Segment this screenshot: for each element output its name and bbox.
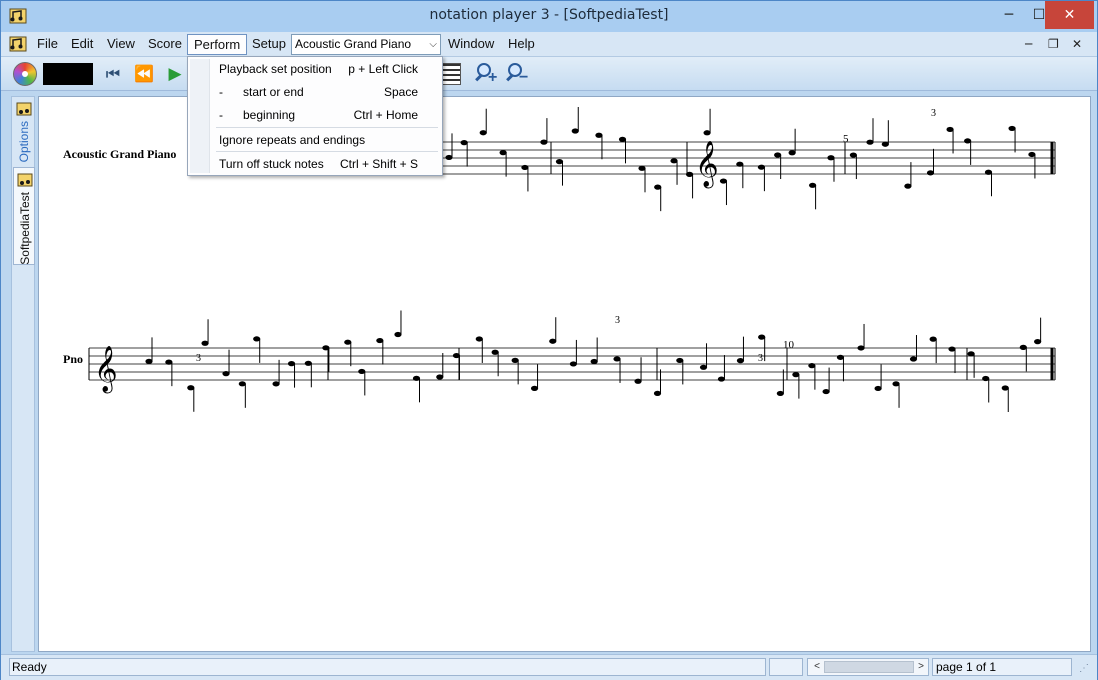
mdi-close-button[interactable]: ✕ bbox=[1072, 37, 1082, 51]
treble-clef-icon: 𝄞 bbox=[695, 141, 719, 189]
menu-item-label: beginning bbox=[243, 108, 296, 122]
zoom-out-button[interactable]: − bbox=[506, 61, 532, 87]
zoom-in-sign: + bbox=[488, 69, 498, 86]
menu-separator bbox=[216, 127, 438, 128]
instrument-select-value: Acoustic Grand Piano bbox=[295, 37, 412, 51]
menu-view[interactable]: View bbox=[101, 34, 141, 55]
menu-help[interactable]: Help bbox=[502, 34, 541, 55]
menu-item-shortcut: p + Left Click bbox=[348, 62, 418, 76]
menu-item-shortcut: Space bbox=[383, 85, 418, 99]
instrument-select[interactable]: Acoustic Grand Piano ⌵ bbox=[291, 34, 441, 55]
skip-to-start-button[interactable]: ⏮ bbox=[101, 62, 125, 86]
measure-number-10: 10 bbox=[783, 339, 795, 351]
tab-document[interactable]: SoftpediaTest bbox=[13, 167, 35, 265]
menu-item-label: Turn off stuck notes bbox=[219, 157, 324, 171]
tab-document-label: SoftpediaTest bbox=[18, 192, 32, 265]
zoom-in-button[interactable]: + bbox=[475, 61, 501, 87]
mdi-restore-button[interactable]: ❐ bbox=[1048, 37, 1059, 51]
music-staff-graphic: 5 10 3 3 3 3 𝄞 𝄞 bbox=[88, 107, 1056, 413]
menu-item-prefix: - bbox=[219, 85, 223, 99]
score-canvas[interactable]: Acoustic Grand Piano Pno 5 10 3 3 3 3 𝄞 … bbox=[38, 96, 1091, 652]
menu-item-ignore-repeats[interactable]: Ignore repeats and endings bbox=[188, 129, 442, 151]
menu-item-label: Ignore repeats and endings bbox=[219, 133, 366, 147]
magnifier-handle bbox=[506, 73, 514, 82]
tab-options-label: Options bbox=[17, 121, 31, 163]
mdi-minimize-button[interactable]: ─ bbox=[1025, 37, 1032, 51]
app-window: notation player 3 - [SoftpediaTest] ─ ☐ … bbox=[0, 0, 1098, 680]
rewind-button[interactable]: ⏪ bbox=[132, 62, 156, 86]
document-icon[interactable] bbox=[9, 35, 27, 53]
title-bar: notation player 3 - [SoftpediaTest] ─ ☐ … bbox=[1, 1, 1097, 32]
horizontal-scrollbar[interactable]: < > bbox=[807, 658, 929, 676]
options-icon bbox=[16, 102, 32, 116]
menu-perform[interactable]: Perform bbox=[187, 34, 248, 55]
menu-file[interactable]: File bbox=[31, 34, 64, 55]
menu-item-beginning[interactable]: - beginning Ctrl + Home bbox=[188, 104, 442, 126]
tuplet-mark: 3 bbox=[615, 315, 620, 326]
treble-clef-icon: 𝄞 bbox=[94, 346, 118, 394]
status-panel bbox=[769, 658, 803, 676]
magnifier-handle bbox=[475, 73, 483, 82]
window-title: notation player 3 - [SoftpediaTest] bbox=[429, 7, 669, 23]
menu-edit[interactable]: Edit bbox=[65, 34, 99, 55]
close-button[interactable]: ✕ bbox=[1045, 1, 1094, 29]
perform-menu: Playback set position p + Left Click - s… bbox=[187, 56, 443, 176]
scroll-right-button[interactable]: > bbox=[914, 659, 928, 675]
chevron-down-icon: ⌵ bbox=[429, 39, 437, 50]
tab-options[interactable]: Options bbox=[13, 97, 35, 165]
play-button[interactable]: ▶ bbox=[163, 62, 187, 86]
menu-bar: File Edit View Score Perform Setup Acous… bbox=[1, 32, 1097, 57]
scroll-thumb[interactable] bbox=[824, 661, 914, 673]
status-text: Ready bbox=[9, 658, 766, 676]
menu-item-turn-off-stuck-notes[interactable]: Turn off stuck notes Ctrl + Shift + S bbox=[188, 153, 442, 175]
menu-window[interactable]: Window bbox=[442, 34, 500, 55]
toolbar: ⏮ ⏪ ▶ + − bbox=[1, 57, 1097, 91]
menu-score[interactable]: Score bbox=[142, 34, 188, 55]
menu-item-label: start or end bbox=[243, 85, 304, 99]
status-bar: Ready < > page 1 of 1 ⋰ bbox=[1, 654, 1097, 680]
tuplet-mark: 3 bbox=[758, 353, 763, 364]
document-icon bbox=[17, 173, 33, 187]
menu-setup[interactable]: Setup bbox=[246, 34, 292, 55]
cd-icon[interactable] bbox=[13, 62, 37, 86]
menu-item-prefix: - bbox=[219, 108, 223, 122]
time-display bbox=[43, 63, 93, 85]
measure-number-5: 5 bbox=[843, 133, 849, 145]
menu-item-shortcut: Ctrl + Shift + S bbox=[339, 157, 418, 171]
side-tab-strip: Options SoftpediaTest bbox=[11, 96, 35, 652]
menu-item-playback-set-position[interactable]: Playback set position p + Left Click bbox=[188, 58, 442, 80]
page-indicator: page 1 of 1 bbox=[932, 658, 1072, 676]
zoom-out-sign: − bbox=[519, 69, 529, 86]
menu-item-shortcut: Ctrl + Home bbox=[353, 108, 418, 122]
tuplet-mark: 3 bbox=[196, 353, 201, 364]
scroll-left-button[interactable]: < bbox=[810, 659, 824, 675]
menu-separator bbox=[216, 151, 438, 152]
tuplet-mark: 3 bbox=[931, 108, 936, 119]
menu-item-label: Playback set position bbox=[219, 62, 332, 76]
resize-grip-icon[interactable]: ⋰ bbox=[1079, 663, 1089, 674]
menu-item-start-or-end[interactable]: - start or end Space bbox=[188, 81, 442, 103]
